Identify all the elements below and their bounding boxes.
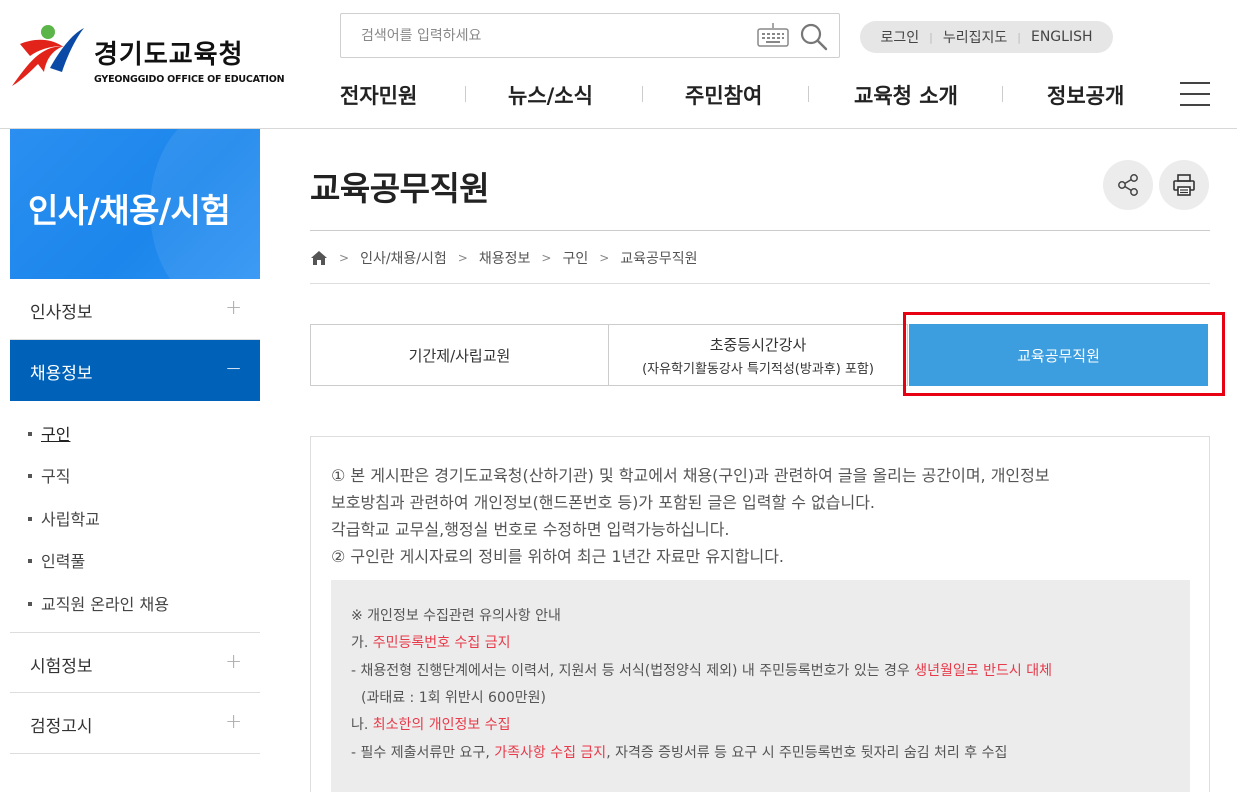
sidebar-item-qualification-exam[interactable]: 검정고시 + — [10, 693, 260, 754]
gnb-divider — [1002, 86, 1003, 102]
sidebar-item-label: 시험정보 — [30, 657, 93, 677]
sidebar-item-recruitment-info[interactable]: 채용정보 − — [10, 340, 260, 401]
sidebar-sub-job-seeking[interactable]: 구직 — [28, 463, 70, 487]
logo-emblem-icon — [12, 25, 84, 86]
sidebar-header: 인사/채용/시험 — [10, 129, 260, 279]
search-box — [340, 13, 840, 58]
sidebar-title: 인사/채용/시험 — [28, 191, 231, 230]
breadcrumb-separator-icon: > — [339, 251, 350, 265]
breadcrumb: > 인사/채용/시험 > 채용정보 > 구인 > 교육공무직원 — [310, 248, 698, 268]
sidebar-item-label: 채용정보 — [30, 364, 93, 384]
sidebar-sub-private-school[interactable]: 사립학교 — [28, 506, 100, 530]
tab-contract-teacher[interactable]: 기간제/사립교원 — [310, 324, 609, 386]
expand-plus-icon: + — [225, 649, 242, 673]
tab-part-time-instructor[interactable]: 초중등시간강사 (자유학기활동강사 특기적성(방과후) 포함) — [608, 324, 908, 386]
selection-highlight-box — [903, 312, 1225, 396]
sidebar-item-label: 검정고시 — [30, 717, 93, 737]
breadcrumb-divider — [310, 283, 1210, 284]
logo-korean-text: 경기도교육청 — [94, 40, 244, 70]
virtual-keyboard-icon[interactable] — [757, 22, 789, 48]
notice-line: 보호방침과 관련하여 개인정보(핸드폰번호 등)가 포함된 글은 입력할 수 없… — [331, 493, 876, 512]
english-link[interactable]: ENGLISH — [1021, 29, 1103, 45]
breadcrumb-separator-icon: > — [599, 251, 610, 265]
share-button[interactable] — [1103, 160, 1153, 210]
gnb-divider — [465, 86, 466, 102]
notice-line: 각급학교 교무실,행정실 번호로 수정하면 입력가능하십니다. — [331, 520, 730, 539]
title-divider — [310, 230, 1210, 231]
breadcrumb-item[interactable]: 인사/채용/시험 — [360, 248, 447, 268]
privacy-heading: ※ 개인정보 수집관련 유의사항 안내 — [351, 608, 561, 624]
print-button[interactable] — [1159, 160, 1209, 210]
site-header: 경기도교육청 GYEONGGIDO OFFICE OF EDUCATION 로그… — [0, 0, 1237, 129]
breadcrumb-separator-icon: > — [457, 251, 468, 265]
sidebar-sub-job-offer[interactable]: 구인 — [28, 421, 70, 445]
printer-icon — [1173, 174, 1195, 196]
logo-english-text: GYEONGGIDO OFFICE OF EDUCATION — [94, 74, 285, 85]
privacy-item-a-detail: - 채용전형 진행단계에서는 이력서, 지원서 등 서식(법정양식 제외) 내 … — [351, 663, 1052, 679]
page-title: 교육공무직원 — [310, 169, 490, 208]
collapse-minus-icon: − — [225, 356, 242, 380]
breadcrumb-item-current[interactable]: 교육공무직원 — [620, 248, 697, 268]
expand-plus-icon: + — [225, 709, 242, 733]
sidebar-item-personnel-info[interactable]: 인사정보 + — [10, 279, 260, 340]
notice-panel: ① 본 게시판은 경기도교육청(산하기관) 및 학교에서 채용(구인)과 관련하… — [310, 436, 1210, 792]
privacy-item-b: 나. 최소한의 개인정보 수집 — [351, 717, 511, 733]
breadcrumb-item[interactable]: 구인 — [562, 248, 588, 268]
breadcrumb-separator-icon: > — [541, 251, 552, 265]
search-icon[interactable] — [797, 20, 831, 52]
gnb-item-disclosure[interactable]: 정보공개 — [1047, 80, 1124, 110]
home-icon[interactable] — [310, 250, 328, 266]
login-link[interactable]: 로그인 — [871, 27, 930, 47]
gnb-item-civil-petition[interactable]: 전자민원 — [340, 80, 417, 110]
gnb-divider — [642, 86, 643, 102]
privacy-item-b-detail: - 필수 제출서류만 요구, 가족사항 수집 금지, 자격증 증빙서류 등 요구… — [351, 745, 1008, 761]
breadcrumb-item[interactable]: 채용정보 — [479, 248, 531, 268]
search-input[interactable] — [341, 14, 741, 57]
privacy-item-a-fine: (과태료 : 1회 위반시 600만원) — [361, 690, 546, 706]
privacy-guide-box: ※ 개인정보 수집관련 유의사항 안내 가. 주민등록번호 수집 금지 - 채용… — [331, 580, 1190, 792]
sidebar-item-exam-info[interactable]: 시험정보 + — [10, 632, 260, 693]
site-logo[interactable]: 경기도교육청 GYEONGGIDO OFFICE OF EDUCATION — [10, 24, 285, 90]
hamburger-menu-icon[interactable] — [1180, 82, 1210, 108]
notice-warning-line: ② 구인란 게시자료의 정비를 위하여 최근 1년간 자료만 유지합니다. — [331, 547, 785, 566]
global-navigation: 전자민원 뉴스/소식 주민참여 교육청 소개 정보공개 — [320, 78, 1170, 112]
sidebar-sub-talent-pool[interactable]: 인력풀 — [28, 548, 85, 572]
utility-links: 로그인 | 누리집지도 | ENGLISH — [860, 21, 1113, 53]
expand-plus-icon: + — [225, 295, 242, 319]
sidebar-sub-online-hiring[interactable]: 교직원 온라인 채용 — [28, 591, 169, 615]
share-icon — [1118, 174, 1138, 196]
gnb-divider — [808, 86, 809, 102]
sitemap-link[interactable]: 누리집지도 — [933, 27, 1017, 47]
gnb-item-news[interactable]: 뉴스/소식 — [508, 80, 593, 110]
sidebar-item-label: 인사정보 — [30, 303, 93, 323]
notice-line: ① 본 게시판은 경기도교육청(산하기관) 및 학교에서 채용(구인)과 관련하… — [331, 466, 1050, 485]
gnb-item-participation[interactable]: 주민참여 — [685, 80, 762, 110]
privacy-item-a: 가. 주민등록번호 수집 금지 — [351, 635, 511, 651]
gnb-item-about[interactable]: 교육청 소개 — [854, 80, 958, 110]
